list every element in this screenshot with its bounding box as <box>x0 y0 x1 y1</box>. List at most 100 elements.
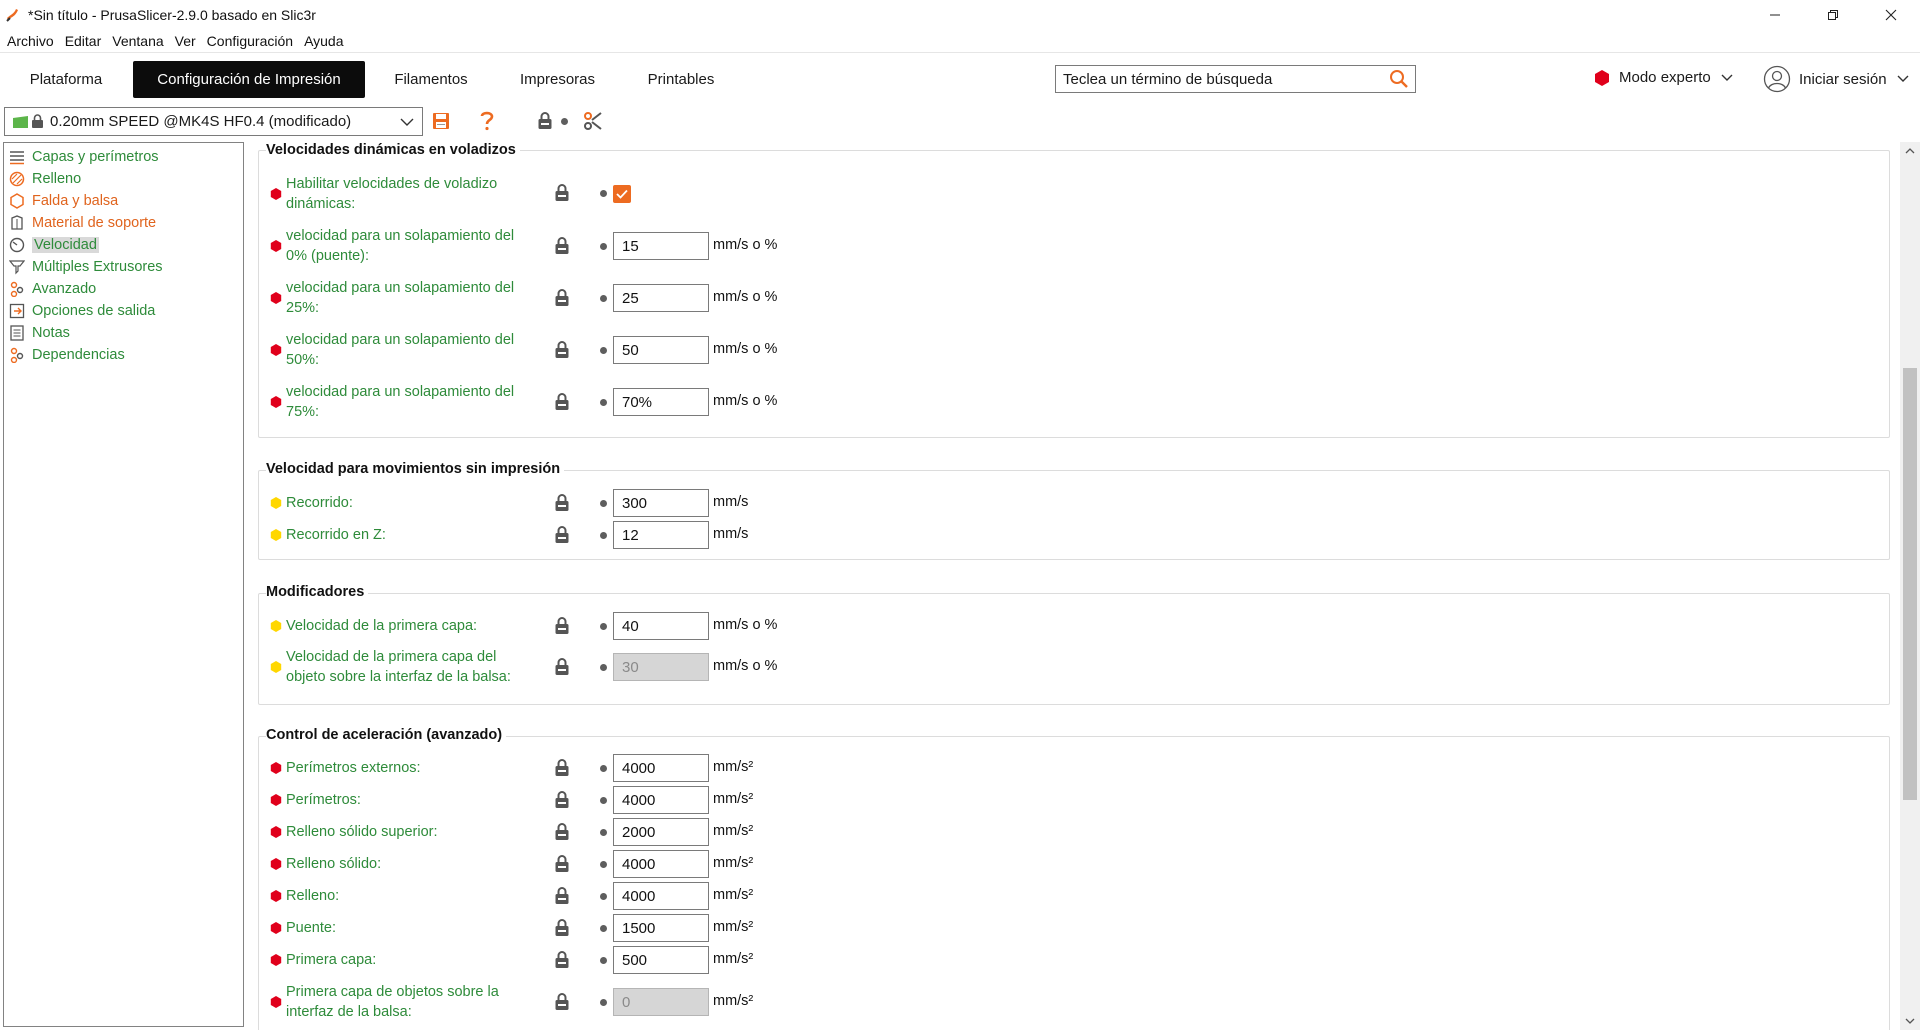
tab-impresoras[interactable]: Impresoras <box>506 61 609 98</box>
lock-icon[interactable] <box>554 617 570 635</box>
system-value-bullet-icon[interactable] <box>600 190 607 197</box>
system-value-bullet-icon[interactable] <box>600 925 607 932</box>
lock-icon[interactable] <box>554 855 570 873</box>
mode-selector[interactable]: Modo experto <box>1595 69 1733 86</box>
sidebar-item-velocidad[interactable]: Velocidad <box>9 235 99 255</box>
expert-mode-icon <box>270 922 282 934</box>
system-value-bullet-icon[interactable] <box>600 500 607 507</box>
unit-label: mm/s² <box>713 993 754 1009</box>
tab-filamentos[interactable]: Filamentos <box>380 61 482 98</box>
travel-z-speed-input[interactable]: 12 <box>613 521 709 549</box>
sidebar-item-avanzado[interactable]: Avanzado <box>9 279 96 299</box>
enable-dynamic-overhang-checkbox[interactable] <box>613 185 631 203</box>
lock-icon[interactable] <box>554 237 570 255</box>
search-icon[interactable] <box>1389 69 1409 89</box>
overhang-speed-50-input[interactable]: 50 <box>613 336 709 364</box>
sidebar-item-dependencias[interactable]: Dependencias <box>9 345 125 365</box>
system-value-bullet-icon[interactable] <box>600 861 607 868</box>
save-preset-button[interactable] <box>430 110 452 132</box>
scroll-up-icon[interactable] <box>1900 142 1920 160</box>
advanced-mode-icon <box>270 497 282 509</box>
restore-icon[interactable] <box>1804 0 1862 30</box>
sidebar-item-label: Relleno <box>32 171 82 187</box>
lock-icon[interactable] <box>554 526 570 544</box>
sidebar-item-relleno[interactable]: Relleno <box>9 169 81 189</box>
lock-legend-button[interactable] <box>534 110 556 132</box>
lock-icon[interactable] <box>554 184 570 202</box>
first-layer-speed-input[interactable]: 40 <box>613 612 709 640</box>
option-label: Velocidad de la primera capa: <box>286 618 478 634</box>
scrollbar-thumb[interactable] <box>1903 368 1917 800</box>
lock-icon[interactable] <box>554 658 570 676</box>
lock-icon[interactable] <box>554 494 570 512</box>
system-value-bullet-icon[interactable] <box>600 243 607 250</box>
system-value-bullet-icon[interactable] <box>600 893 607 900</box>
help-button[interactable] <box>476 110 498 132</box>
tab-plataforma[interactable]: Plataforma <box>14 61 118 98</box>
tab-printables[interactable]: Printables <box>633 61 729 98</box>
tab-configuracion-impresion[interactable]: Configuración de Impresión <box>133 61 365 98</box>
sidebar-item-notas[interactable]: Notas <box>9 323 70 343</box>
system-value-bullet-icon[interactable] <box>600 765 607 772</box>
menu-ventana[interactable]: Ventana <box>112 33 163 49</box>
sidebar-item-capas[interactable]: Capas y perímetros <box>9 147 159 167</box>
option-first-layer-speed: Velocidad de la primera capa: 40 mm/s o … <box>270 611 870 641</box>
first-layer-accel-input[interactable]: 500 <box>613 946 709 974</box>
print-preset-select[interactable]: 0.20mm SPEED @MK4S HF0.4 (modificado) <box>4 107 423 136</box>
perimeters-accel-input[interactable]: 4000 <box>613 786 709 814</box>
lock-icon[interactable] <box>554 393 570 411</box>
menu-editar[interactable]: Editar <box>65 33 102 49</box>
vertical-scrollbar[interactable] <box>1900 142 1920 1030</box>
infill-accel-input[interactable]: 4000 <box>613 882 709 910</box>
sidebar-item-soporte[interactable]: Material de soporte <box>9 213 156 233</box>
expert-mode-icon <box>270 858 282 870</box>
login-button[interactable]: Iniciar sesión <box>1763 65 1909 93</box>
overhang-speed-25-input[interactable]: 25 <box>613 284 709 312</box>
lock-icon[interactable] <box>554 823 570 841</box>
lock-icon[interactable] <box>554 791 570 809</box>
menu-archivo[interactable]: Archivo <box>7 33 54 49</box>
top-solid-infill-accel-input[interactable]: 2000 <box>613 818 709 846</box>
option-travel-z: Recorrido en Z: 12 mm/s <box>270 520 870 550</box>
lock-icon[interactable] <box>554 919 570 937</box>
option-label: Velocidad de la primera capa del objeto … <box>286 649 511 685</box>
system-value-bullet-icon[interactable] <box>600 957 607 964</box>
system-value-bullet-icon[interactable] <box>600 829 607 836</box>
system-value-bullet-icon[interactable] <box>600 347 607 354</box>
settings-tree: Capas y perímetros Relleno Falda y balsa… <box>3 142 244 1027</box>
menu-ayuda[interactable]: Ayuda <box>304 33 343 49</box>
lock-icon[interactable] <box>554 951 570 969</box>
external-perimeters-accel-input[interactable]: 4000 <box>613 754 709 782</box>
compare-presets-button[interactable] <box>582 110 604 132</box>
expert-mode-icon <box>270 954 282 966</box>
lock-icon[interactable] <box>554 289 570 307</box>
system-value-bullet-icon[interactable] <box>600 532 607 539</box>
system-value-bullet-icon[interactable] <box>600 797 607 804</box>
lock-icon[interactable] <box>554 759 570 777</box>
solid-infill-accel-input[interactable]: 4000 <box>613 850 709 878</box>
bridge-accel-input[interactable]: 1500 <box>613 914 709 942</box>
system-value-bullet-icon[interactable] <box>600 295 607 302</box>
scroll-down-icon[interactable] <box>1900 1012 1920 1030</box>
system-value-bullet-icon[interactable] <box>600 623 607 630</box>
close-icon[interactable] <box>1862 0 1920 30</box>
system-value-bullet-icon[interactable] <box>600 664 607 671</box>
sidebar-item-falda[interactable]: Falda y balsa <box>9 191 118 211</box>
search-input[interactable]: Teclea un término de búsqueda <box>1055 65 1416 93</box>
option-infill-accel: Relleno: 4000 mm/s² <box>270 881 870 911</box>
system-value-bullet-icon[interactable] <box>600 399 607 406</box>
overhang-speed-0-input[interactable]: 15 <box>613 232 709 260</box>
lock-icon[interactable] <box>554 341 570 359</box>
sidebar-item-extrusores[interactable]: Múltiples Extrusores <box>9 257 163 277</box>
travel-speed-input[interactable]: 300 <box>613 489 709 517</box>
sidebar-item-salida[interactable]: Opciones de salida <box>9 301 155 321</box>
lock-icon[interactable] <box>554 993 570 1011</box>
lock-icon[interactable] <box>554 887 570 905</box>
system-value-bullet-icon[interactable] <box>600 999 607 1006</box>
minimize-icon[interactable] <box>1746 0 1804 30</box>
menu-configuracion[interactable]: Configuración <box>207 33 293 49</box>
expert-mode-icon <box>1595 69 1609 86</box>
main-tab-bar: Plataforma Configuración de Impresión Fi… <box>0 61 1920 99</box>
overhang-speed-75-input[interactable]: 70% <box>613 388 709 416</box>
menu-ver[interactable]: Ver <box>175 33 196 49</box>
